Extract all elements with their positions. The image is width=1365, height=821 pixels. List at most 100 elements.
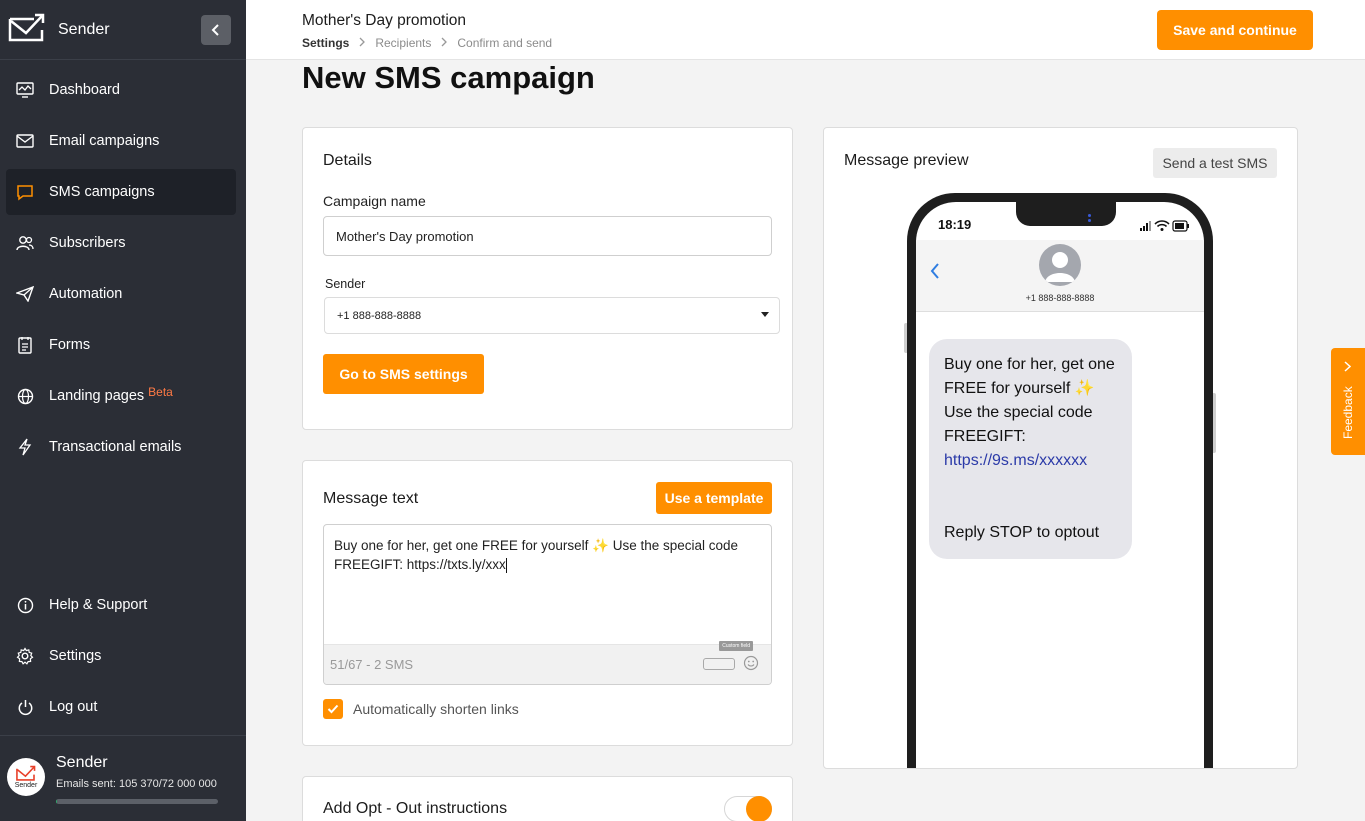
campaign-name-label: Campaign name — [323, 193, 426, 209]
secondary-nav: Help & Support Settings Log out — [6, 582, 236, 735]
sidebar-item-settings[interactable]: Settings — [6, 633, 236, 679]
character-counter: 51/67 - 2 SMS — [330, 657, 414, 672]
sensor-dot — [1088, 219, 1091, 222]
brand: Sender — [0, 0, 246, 60]
sidebar-item-label: Transactional emails — [49, 439, 182, 455]
beta-badge: Beta — [148, 385, 173, 399]
usage-progress-bar — [56, 799, 218, 804]
power-icon — [16, 698, 34, 716]
sidebar-item-label: Automation — [49, 286, 123, 302]
sidebar-item-sms-campaigns[interactable]: SMS campaigns — [6, 169, 236, 215]
message-textarea[interactable]: Buy one for her, get one FREE for yourse… — [323, 524, 772, 685]
bubble-line: Buy one for her, get one — [944, 356, 1115, 373]
text-cursor — [505, 557, 507, 573]
bubble-spacer — [944, 473, 1117, 521]
chevron-right-icon — [441, 36, 448, 50]
opt-out-toggle[interactable] — [724, 796, 772, 821]
sender-select[interactable]: +1 888-888-8888 — [324, 297, 780, 334]
chevron-down-icon — [761, 312, 769, 317]
chevron-left-icon — [211, 24, 219, 36]
sidebar-item-dashboard[interactable]: Dashboard — [6, 67, 236, 113]
avatar[interactable]: Sender — [7, 758, 45, 796]
step-recipients[interactable]: Recipients — [375, 36, 431, 50]
shorten-links-checkbox[interactable] — [323, 699, 343, 719]
chevron-left-icon[interactable] — [930, 262, 940, 285]
message-text-title: Message text — [323, 490, 419, 507]
use-a-template-button[interactable]: Use a template — [656, 482, 772, 514]
shorten-links-label: Automatically shorten links — [353, 701, 519, 717]
signal-icon — [1140, 221, 1151, 231]
main-nav: Dashboard Email campaigns SMS campaigns … — [6, 67, 236, 475]
feedback-label: Feedback — [1341, 386, 1355, 439]
sidebar: Sender Dashboard Email campaigns SMS cam… — [0, 0, 246, 821]
save-and-continue-button[interactable]: Save and continue — [1157, 10, 1313, 50]
sms-preview-bubble: Buy one for her, get one FREE for yourse… — [929, 339, 1132, 559]
custom-field-button[interactable] — [703, 658, 735, 670]
wifi-icon — [1154, 220, 1170, 231]
form-icon — [16, 336, 34, 354]
contact-number: +1 888-888-8888 — [1025, 293, 1095, 303]
gear-icon — [16, 647, 34, 665]
opt-out-card: Add Opt - Out instructions — [302, 776, 793, 821]
campaign-name-input[interactable]: Mother's Day promotion — [323, 216, 772, 256]
bubble-link[interactable]: https://9s.ms/xxxxxx — [944, 449, 1117, 473]
details-card: Details Campaign name Mother's Day promo… — [302, 127, 793, 430]
emails-sent-count: Emails sent: 105 370/72 000 000 — [56, 778, 217, 790]
phone-screen: 18:19 +1 888-888-8888 Buy one for her, g — [916, 202, 1204, 768]
sidebar-item-help-support[interactable]: Help & Support — [6, 582, 236, 628]
sidebar-item-forms[interactable]: Forms — [6, 322, 236, 368]
paper-plane-icon — [16, 285, 34, 303]
sidebar-item-transactional-emails[interactable]: Transactional emails — [6, 424, 236, 470]
collapse-sidebar-button[interactable] — [201, 15, 231, 45]
sidebar-item-subscribers[interactable]: Subscribers — [6, 220, 236, 266]
chevron-right-icon — [359, 36, 366, 50]
globe-icon — [16, 387, 34, 405]
sidebar-item-label: Subscribers — [49, 235, 126, 251]
users-icon — [16, 234, 34, 252]
go-to-sms-settings-button[interactable]: Go to SMS settings — [323, 354, 484, 394]
sidebar-item-log-out[interactable]: Log out — [6, 684, 236, 730]
breadcrumb: Settings Recipients Confirm and send — [302, 36, 552, 50]
bubble-line: Use the special code — [944, 404, 1093, 421]
account-panel: Sender Sender Emails sent: 105 370/72 00… — [0, 735, 246, 821]
phone-mockup: 18:19 +1 888-888-8888 Buy one for her, g — [907, 193, 1213, 768]
sender-logo-icon[interactable] — [8, 12, 46, 47]
sidebar-item-label: SMS campaigns — [49, 184, 155, 200]
campaign-title: Mother's Day promotion — [302, 12, 467, 29]
message-preview-title: Message preview — [844, 152, 969, 169]
bolt-icon — [16, 438, 34, 456]
send-test-sms-button[interactable]: Send a test SMS — [1153, 148, 1277, 178]
feedback-tab[interactable]: Feedback — [1331, 348, 1365, 455]
message-toolbar: 51/67 - 2 SMS Custom field — [324, 641, 771, 684]
opt-out-title: Add Opt - Out instructions — [323, 800, 508, 817]
status-bar-icons — [1140, 219, 1190, 237]
contact-avatar-icon — [1039, 244, 1081, 286]
sidebar-item-automation[interactable]: Automation — [6, 271, 236, 317]
step-settings[interactable]: Settings — [302, 36, 349, 50]
bubble-line: FREEGIFT: — [944, 428, 1026, 445]
dashboard-icon — [16, 81, 34, 99]
chevron-right-icon — [1344, 360, 1352, 375]
envelope-icon — [16, 132, 34, 150]
sidebar-item-label: Forms — [49, 337, 91, 353]
battery-icon — [1172, 220, 1189, 232]
toggle-knob — [746, 796, 772, 821]
sidebar-item-label: Email campaigns — [49, 133, 160, 149]
sidebar-item-label: Dashboard — [49, 82, 120, 98]
camera-dot — [1088, 214, 1091, 217]
sidebar-item-label: Landing pages — [49, 388, 145, 404]
sender-logo-icon — [16, 765, 36, 781]
top-bar: Mother's Day promotion Settings Recipien… — [246, 0, 1365, 60]
sidebar-item-email-campaigns[interactable]: Email campaigns — [6, 118, 236, 164]
page-title: New SMS campaign — [302, 60, 595, 95]
sidebar-item-landing-pages[interactable]: Landing pages Beta — [6, 373, 236, 419]
message-text-card: Message text Use a template Buy one for … — [302, 460, 793, 746]
custom-field-tooltip: Custom field — [719, 641, 753, 651]
details-title: Details — [323, 152, 372, 169]
avatar-label: Sender — [14, 782, 38, 789]
info-icon — [16, 596, 34, 614]
bubble-optout-line: Reply STOP to optout — [944, 524, 1100, 541]
emoji-icon[interactable] — [743, 655, 759, 671]
bubble-line: FREE for yourself ✨ — [944, 380, 1095, 397]
step-confirm-and-send[interactable]: Confirm and send — [457, 36, 552, 50]
